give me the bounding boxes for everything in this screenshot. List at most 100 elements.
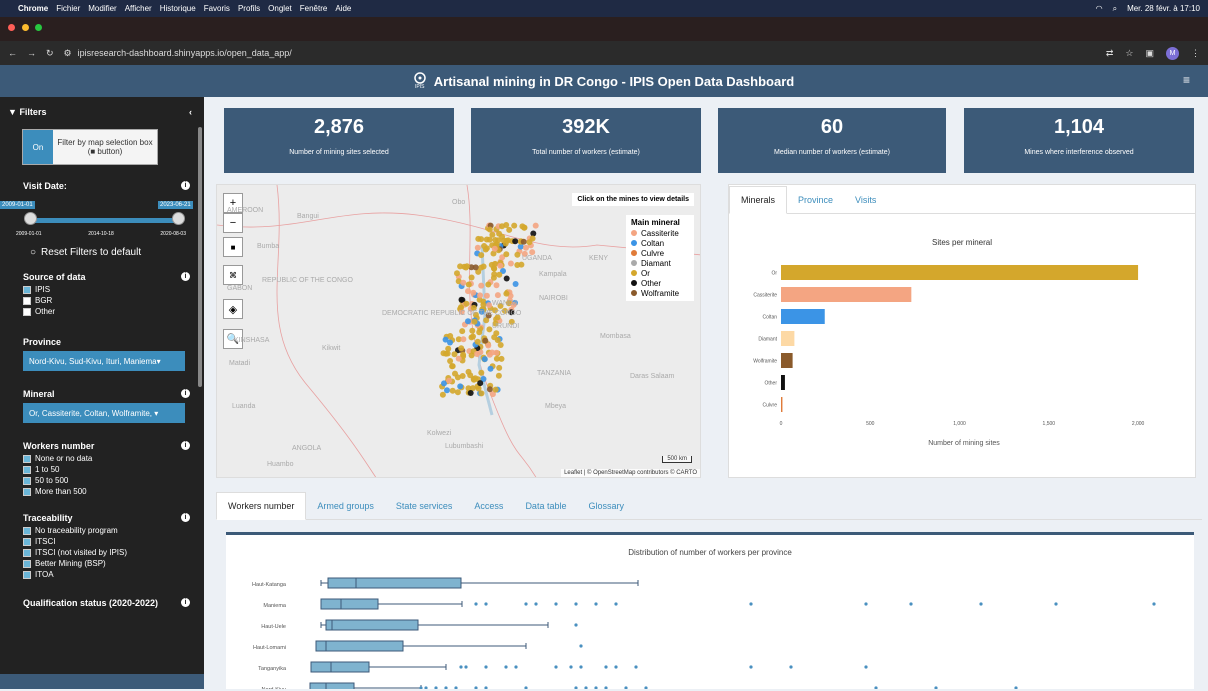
mineral-select[interactable]: Or, Cassiterite, Coltan, Wolframite, ▾ — [23, 403, 185, 423]
sidebar-scrollbar[interactable] — [198, 127, 202, 387]
mine-marker[interactable] — [477, 380, 484, 387]
bar[interactable] — [781, 353, 793, 368]
bookmark-star-icon[interactable]: ☆ — [1125, 48, 1133, 59]
mine-marker[interactable] — [472, 375, 479, 382]
box[interactable] — [325, 619, 419, 631]
tab-province[interactable]: Province — [787, 195, 844, 213]
mine-marker[interactable] — [507, 260, 514, 267]
box[interactable] — [320, 598, 379, 610]
map-selection-toggle[interactable]: On Filter by map selection box (■ button… — [22, 129, 158, 165]
checkbox-row[interactable]: ITOA — [0, 569, 204, 580]
bar[interactable] — [781, 331, 795, 346]
checkbox[interactable] — [23, 537, 31, 546]
mine-marker[interactable] — [526, 239, 533, 246]
mine-marker[interactable] — [493, 349, 500, 356]
mine-marker[interactable] — [485, 281, 492, 288]
menu-item[interactable]: Fenêtre — [300, 4, 328, 13]
checkbox[interactable] — [23, 454, 31, 463]
checkbox-row[interactable]: 1 to 50 — [0, 464, 204, 475]
mine-marker[interactable] — [523, 244, 529, 251]
mine-marker[interactable] — [474, 338, 481, 345]
tab-glossary[interactable]: Glossary — [577, 501, 635, 519]
translate-icon[interactable]: ⇄ — [1106, 48, 1114, 59]
mine-marker[interactable] — [518, 261, 525, 268]
mine-marker[interactable] — [512, 238, 519, 245]
mine-marker[interactable] — [439, 391, 446, 398]
mine-marker[interactable] — [494, 292, 501, 299]
collapse-sidebar-icon[interactable]: ‹ — [189, 107, 192, 117]
tab-data-table[interactable]: Data table — [514, 501, 577, 519]
mine-marker[interactable] — [486, 351, 493, 358]
mine-marker[interactable] — [468, 274, 475, 281]
mine-marker[interactable] — [499, 233, 506, 240]
checkbox[interactable] — [23, 526, 31, 535]
menu-item[interactable]: Onglet — [268, 4, 292, 13]
tab-state-services[interactable]: State services — [385, 501, 464, 519]
mine-marker[interactable] — [470, 333, 476, 340]
mine-marker[interactable] — [499, 223, 505, 230]
mine-marker[interactable] — [460, 336, 467, 343]
layers-icon[interactable]: ◈ — [223, 299, 243, 319]
mine-marker[interactable] — [454, 389, 461, 396]
toggle-description[interactable]: Filter by map selection box (■ button) — [53, 130, 157, 164]
checkbox-row[interactable]: ITSCI (not visited by IPIS) — [0, 547, 204, 558]
mine-marker[interactable] — [478, 282, 485, 289]
checkbox[interactable] — [23, 285, 31, 294]
checkbox-row[interactable]: 50 to 500 — [0, 475, 204, 486]
mine-marker[interactable] — [493, 282, 500, 289]
checkbox[interactable] — [23, 307, 31, 316]
mine-marker[interactable] — [447, 358, 454, 364]
close-window-button[interactable] — [8, 24, 15, 31]
tab-access[interactable]: Access — [463, 501, 514, 519]
province-select[interactable]: Nord-Kivu, Sud-Kivu, Ituri, Maniema ▾ — [23, 351, 185, 371]
mine-marker[interactable] — [520, 238, 527, 245]
mine-marker[interactable] — [452, 370, 458, 377]
mine-marker[interactable] — [460, 351, 467, 358]
mine-marker[interactable] — [514, 251, 521, 258]
mine-marker[interactable] — [465, 368, 472, 375]
mines-map[interactable]: + − ■ ⌘ ◈ 🔍 Click on the mines to view d… — [216, 184, 701, 478]
bar[interactable] — [781, 287, 912, 302]
mine-marker[interactable] — [491, 271, 498, 278]
slider-handle-to[interactable] — [172, 212, 185, 225]
mine-marker[interactable] — [480, 301, 487, 308]
mine-marker[interactable] — [442, 336, 449, 343]
mine-marker[interactable] — [494, 337, 501, 344]
mine-marker[interactable] — [460, 279, 467, 286]
mine-marker[interactable] — [503, 237, 510, 244]
url-field[interactable]: ⚙ ipisresearch-dashboard.shinyapps.io/op… — [64, 48, 292, 59]
menu-kebab-icon[interactable]: ⋮ — [1191, 48, 1200, 59]
checkbox-row[interactable]: Better Mining (BSP) — [0, 558, 204, 569]
wifi-icon[interactable]: ◠ — [1096, 4, 1103, 13]
mine-marker[interactable] — [463, 300, 470, 307]
mine-marker[interactable] — [451, 351, 458, 358]
mine-marker[interactable] — [521, 224, 528, 231]
slider-handle-from[interactable] — [24, 212, 37, 225]
mine-marker[interactable] — [496, 364, 503, 371]
mine-marker[interactable] — [474, 351, 480, 357]
zoom-window-button[interactable] — [35, 24, 43, 31]
mine-marker[interactable] — [503, 290, 510, 297]
checkbox[interactable] — [23, 570, 31, 579]
mine-marker[interactable] — [458, 345, 465, 352]
box[interactable] — [327, 577, 462, 589]
back-icon[interactable]: ← — [8, 48, 17, 58]
checkbox[interactable] — [23, 487, 31, 496]
mine-marker[interactable] — [462, 264, 469, 271]
info-icon[interactable]: i — [181, 513, 190, 522]
hamburger-menu-icon[interactable]: ≡ — [1183, 73, 1190, 87]
site-settings-icon[interactable]: ⚙ — [64, 48, 72, 59]
bar[interactable] — [781, 397, 783, 412]
mine-marker[interactable] — [486, 386, 493, 393]
mine-marker[interactable] — [444, 350, 451, 357]
mine-marker[interactable] — [481, 243, 488, 249]
checkbox-row[interactable]: IPIS — [0, 284, 204, 295]
toggle-on-label[interactable]: On — [23, 130, 53, 164]
checkbox[interactable] — [23, 296, 31, 305]
mine-marker[interactable] — [459, 328, 466, 335]
slider-track[interactable] — [30, 218, 178, 223]
mine-marker[interactable] — [483, 292, 490, 299]
mine-marker[interactable] — [493, 330, 500, 337]
search-icon[interactable]: ⌕ — [1113, 4, 1117, 14]
forward-icon[interactable]: → — [27, 48, 36, 58]
